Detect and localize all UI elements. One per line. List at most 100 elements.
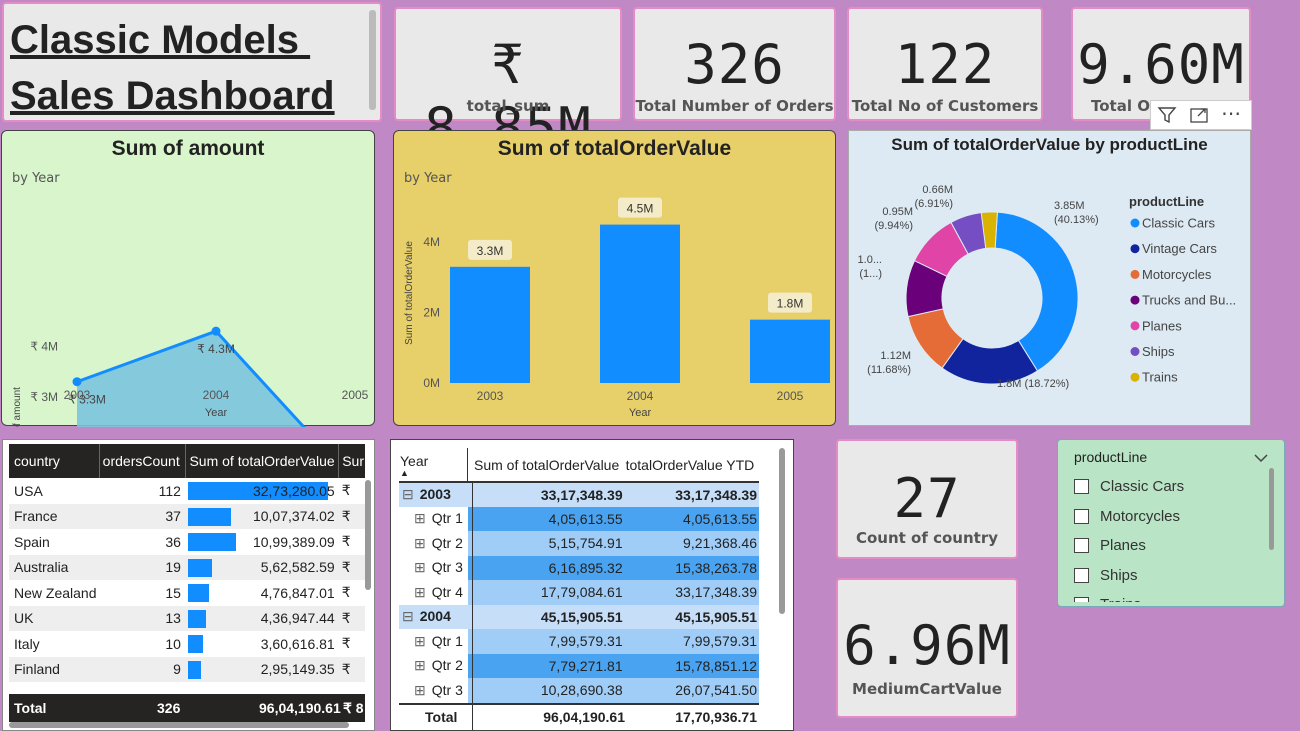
country-cell: Spain bbox=[14, 533, 50, 550]
quarter-row[interactable]: ⊞ Qtr 4 17,79,084.61 33,17,348.39 bbox=[399, 580, 759, 605]
table-row[interactable]: Finland 9 2,95,149.35 ₹ bbox=[9, 656, 365, 682]
y-tick-label: 2M bbox=[423, 306, 440, 320]
table-row[interactable]: Australia 19 5,62,582.59 ₹ bbox=[9, 554, 365, 581]
quarter-row[interactable]: ⊞ Qtr 2 7,79,271.81 15,78,851.12 bbox=[399, 653, 759, 678]
x-tick-label: 2004 bbox=[203, 388, 230, 402]
productline-slicer[interactable]: productLine Classic Cars Motorcycles Plane… bbox=[1057, 439, 1285, 607]
extra-col-header[interactable]: Sur bbox=[338, 444, 365, 478]
ytd-header[interactable]: totalOrderValue YTD bbox=[625, 448, 759, 482]
amount-chart-card[interactable]: Sum of amount by Year ₹ 1M₹ 2M₹ 3M₹ 4M₹ … bbox=[1, 130, 375, 427]
y-tick-label: ₹ 3M bbox=[30, 390, 58, 404]
checkbox[interactable] bbox=[1074, 508, 1089, 524]
quarter-row[interactable]: ⊞ Qtr 1 4,05,613.55 4,05,613.55 bbox=[399, 506, 759, 531]
matrix-total-row: Total 96,04,190.61 17,70,936.71 bbox=[399, 703, 759, 731]
kpi-customers-label: Total No of Customers bbox=[851, 97, 1039, 115]
expand-icon[interactable]: ⊞ bbox=[414, 633, 426, 649]
legend-item: Trucks and Bu... bbox=[1142, 293, 1236, 308]
orderscount-col-header[interactable]: ordersCount bbox=[98, 444, 186, 478]
kpi-total-sum[interactable]: ₹ 8.85M total_sum bbox=[394, 7, 622, 159]
quarter-row[interactable]: ⊞ Qtr 2 5,15,754.91 9,21,368.46 bbox=[399, 531, 759, 556]
row-label: Qtr 1 bbox=[431, 510, 463, 527]
checkbox[interactable] bbox=[1074, 538, 1089, 554]
slice-label: 0.66M bbox=[922, 184, 953, 196]
expand-icon[interactable]: ⊞ bbox=[414, 682, 426, 698]
total-value-text: 2,95,149.35 bbox=[260, 661, 335, 678]
year-row[interactable]: ⊟ 2004 45,15,905.51 45,15,905.51 bbox=[399, 604, 759, 629]
slice-label: 3.85M bbox=[1054, 200, 1085, 212]
slicer-item-label: Trains bbox=[1100, 596, 1141, 602]
checkbox[interactable] bbox=[1074, 479, 1089, 495]
collapse-icon[interactable]: ⊟ bbox=[402, 486, 414, 502]
slicer-scrollbar[interactable] bbox=[1269, 468, 1274, 550]
bar bbox=[600, 224, 680, 383]
country-table-scrollbar[interactable] bbox=[365, 480, 371, 590]
slicer-item[interactable]: Planes bbox=[1074, 531, 1264, 561]
order-value-chart-card[interactable]: Sum of totalOrderValue by Year 0M 2M 4M 3.3… bbox=[393, 130, 836, 426]
quarter-row[interactable]: ⊞ Qtr 3 6,16,895.32 15,38,263.78 bbox=[399, 555, 759, 580]
checkbox[interactable] bbox=[1074, 567, 1089, 583]
year-matrix-card[interactable]: Year ▲ Sum of totalOrderValue totalOrder… bbox=[390, 439, 794, 731]
country-cell: USA bbox=[14, 482, 43, 499]
quarter-row[interactable]: ⊞ Qtr 1 7,99,579.31 7,99,579.31 bbox=[399, 629, 759, 654]
table-row[interactable]: New Zealand 15 4,76,847.01 ₹ bbox=[9, 580, 365, 606]
productline-chart-card[interactable]: Sum of totalOrderValue by productLine 3.… bbox=[848, 130, 1251, 426]
kpi-country-count-label: Count of country bbox=[855, 529, 999, 547]
ytd-cell: 9,21,368.46 bbox=[683, 535, 757, 552]
legend-item: Trains bbox=[1142, 370, 1178, 385]
more-options-icon[interactable]: ⋯ bbox=[1221, 101, 1241, 125]
country-col-header[interactable]: country bbox=[9, 444, 99, 478]
year-col-label: Year bbox=[400, 452, 429, 469]
kpi-customers[interactable]: 122 Total No of Customers bbox=[847, 7, 1043, 121]
country-table-card[interactable]: country ordersCount Sum of totalOrderVal… bbox=[2, 439, 375, 731]
expand-icon[interactable]: ⊞ bbox=[414, 584, 426, 600]
sum-col-header[interactable]: Sum of totalOrderValue bbox=[185, 444, 339, 478]
table-row[interactable]: USA 112 32,73,280.05 ₹ bbox=[9, 478, 365, 504]
matrix-total-v1: 96,04,190.61 bbox=[543, 709, 625, 725]
total-extra: ₹ 8 bbox=[343, 700, 364, 716]
title-scrollbar[interactable] bbox=[369, 10, 376, 110]
kpi-country-count[interactable]: 27 Count of country bbox=[836, 439, 1018, 559]
bar bbox=[450, 266, 530, 383]
quarter-row[interactable]: ⊞ Qtr 3 10,28,690.38 26,07,541.50 bbox=[399, 678, 759, 703]
year-row[interactable]: ⊟ 2003 33,17,348.39 33,17,348.39 bbox=[399, 482, 759, 507]
table-row[interactable]: UK 13 4,36,947.44 ₹ bbox=[9, 605, 365, 631]
chevron-down-icon[interactable] bbox=[1254, 448, 1268, 467]
filter-icon[interactable] bbox=[1157, 105, 1177, 125]
y-tick-label: ₹ 4M bbox=[30, 339, 58, 353]
focus-mode-icon[interactable] bbox=[1189, 105, 1209, 125]
collapse-icon[interactable]: ⊟ bbox=[402, 608, 414, 624]
data-bar bbox=[187, 507, 232, 526]
kpi-orders[interactable]: 326 Total Number of Orders bbox=[633, 7, 836, 121]
year-col-header[interactable]: Year ▲ bbox=[399, 448, 468, 482]
expand-icon[interactable]: ⊞ bbox=[414, 510, 426, 526]
slicer-item[interactable]: Trains bbox=[1074, 590, 1264, 602]
country-cell: UK bbox=[14, 610, 34, 627]
slice-label: (11.68%) bbox=[867, 364, 911, 376]
expand-icon[interactable]: ⊞ bbox=[414, 559, 426, 575]
slicer-item[interactable]: Motorcycles bbox=[1074, 502, 1264, 532]
ytd-cell: 15,38,263.78 bbox=[675, 559, 757, 576]
table-row[interactable]: Spain 36 10,99,389.09 ₹ bbox=[9, 529, 365, 555]
slicer-list: Classic Cars Motorcycles Planes Ships Trains bbox=[1074, 472, 1264, 602]
table-row[interactable]: Italy 10 3,60,616.81 ₹ bbox=[9, 631, 365, 657]
ytd-cell: 45,15,905.51 bbox=[675, 608, 757, 625]
slicer-item[interactable]: Ships bbox=[1074, 561, 1264, 591]
row-header-cell: ⊞ Qtr 1 bbox=[399, 506, 468, 531]
kpi-medium-cart[interactable]: 6.96M MediumCartValue bbox=[836, 578, 1018, 718]
checkbox[interactable] bbox=[1074, 597, 1089, 602]
row-header-cell: ⊞ Qtr 3 bbox=[399, 555, 468, 580]
table-row[interactable]: France 37 10,07,374.02 ₹ bbox=[9, 503, 365, 530]
country-cell: New Zealand bbox=[14, 584, 97, 601]
matrix-scrollbar[interactable] bbox=[779, 448, 785, 614]
total-value-cell: 10,07,374.02 bbox=[186, 504, 339, 530]
sum-totalordervalue-header[interactable]: Sum of totalOrderValue bbox=[468, 448, 625, 482]
country-cell: France bbox=[14, 508, 58, 525]
expand-icon[interactable]: ⊞ bbox=[414, 657, 426, 673]
total-value-cell: 5,62,582.59 bbox=[186, 555, 339, 581]
slice-label: 0.95M bbox=[882, 206, 913, 218]
extra-cell: ₹ bbox=[341, 660, 351, 677]
slice-label: (1...) bbox=[859, 268, 882, 280]
expand-icon[interactable]: ⊞ bbox=[414, 535, 426, 551]
country-table-hscrollbar[interactable] bbox=[9, 722, 349, 728]
slicer-item[interactable]: Classic Cars bbox=[1074, 472, 1264, 502]
